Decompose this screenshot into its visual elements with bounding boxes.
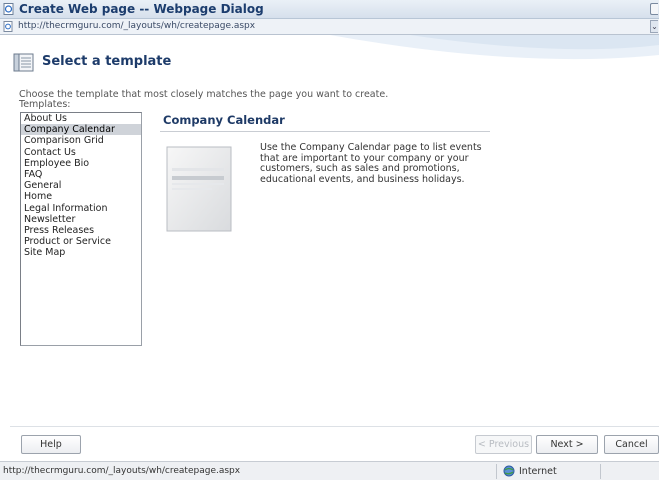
list-item-selected[interactable]: Company Calendar <box>21 124 141 136</box>
status-separator <box>600 464 601 479</box>
templates-label: Templates: <box>19 99 71 110</box>
list-item[interactable]: Legal Information <box>21 203 141 214</box>
template-page-icon <box>13 53 34 72</box>
previous-button[interactable]: < Previous <box>475 435 532 454</box>
status-url: http://thecrmguru.com/_layouts/wh/create… <box>3 466 241 476</box>
list-item[interactable]: Press Releases <box>21 225 141 236</box>
list-item[interactable]: General <box>21 180 141 191</box>
address-bar: http://thecrmguru.com/_layouts/wh/create… <box>0 19 659 35</box>
dialog-titlebar: Create Web page -- Webpage Dialog <box>0 0 659 19</box>
status-bar: http://thecrmguru.com/_layouts/wh/create… <box>0 461 659 480</box>
list-item[interactable]: Comparison Grid <box>21 135 141 146</box>
globe-icon <box>503 465 515 477</box>
help-button[interactable]: Help <box>21 435 81 454</box>
page-title: Select a template <box>42 54 172 69</box>
list-item[interactable]: Employee Bio <box>21 158 141 169</box>
list-item[interactable]: Site Map <box>21 247 141 258</box>
page-icon <box>3 21 13 32</box>
security-zone-label: Internet <box>519 466 557 477</box>
chevron-down-icon[interactable]: ⌄ <box>650 20 658 33</box>
preview-divider <box>160 131 490 132</box>
list-item[interactable]: Newsletter <box>21 214 141 225</box>
preview-title: Company Calendar <box>163 113 285 127</box>
template-listbox[interactable]: About Us Company Calendar Comparison Gri… <box>20 112 142 346</box>
cancel-button[interactable]: Cancel <box>604 435 659 454</box>
next-button[interactable]: Next > <box>536 435 598 454</box>
address-url: http://thecrmguru.com/_layouts/wh/create… <box>18 21 256 31</box>
status-separator <box>496 464 497 479</box>
window-control-icon[interactable] <box>650 3 658 15</box>
ie-page-icon <box>3 3 14 15</box>
footer-divider <box>10 426 659 427</box>
instruction-text: Choose the template that most closely ma… <box>19 89 389 100</box>
template-preview-image <box>166 146 232 232</box>
list-item[interactable]: Contact Us <box>21 147 141 158</box>
list-item[interactable]: FAQ <box>21 169 141 180</box>
dialog-header: Select a template <box>0 35 659 80</box>
list-item[interactable]: About Us <box>21 113 141 124</box>
list-item[interactable]: Home <box>21 191 141 202</box>
preview-description: Use the Company Calendar page to list ev… <box>260 142 482 185</box>
list-item[interactable]: Product or Service <box>21 236 141 247</box>
dialog-title: Create Web page -- Webpage Dialog <box>19 2 264 16</box>
